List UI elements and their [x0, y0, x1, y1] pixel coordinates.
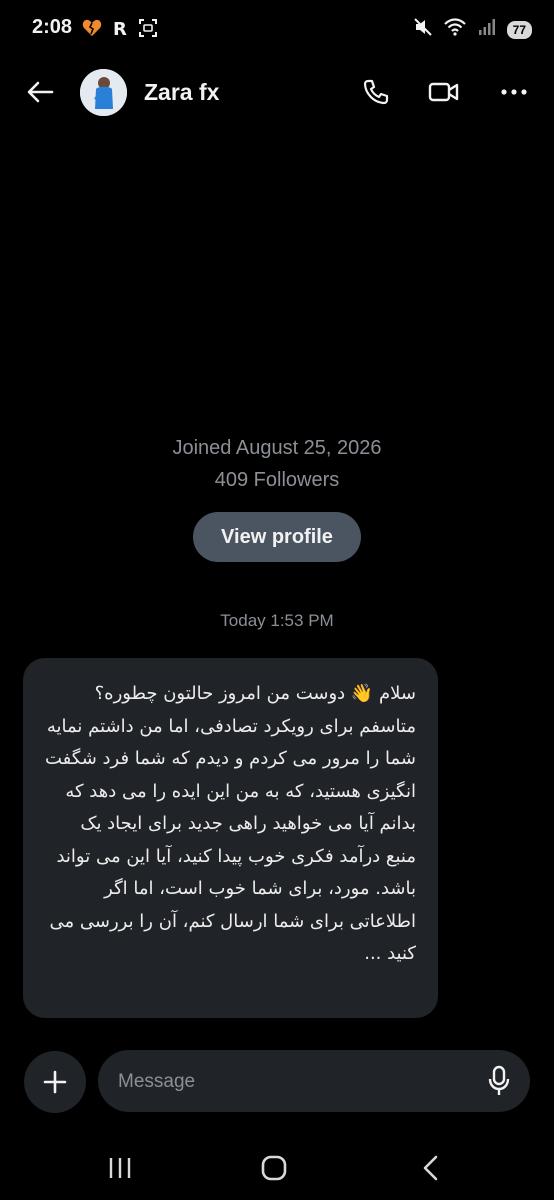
dm-screen: 2:08 R 77 Zara fx Joined August 25, 2026…: [0, 0, 554, 1200]
video-icon: [428, 82, 459, 102]
message-timestamp: Today 1:53 PM: [220, 611, 334, 630]
message-composer: [98, 1050, 530, 1114]
conversation-header: Zara fx: [0, 62, 554, 124]
status-right-icons: 77: [413, 17, 532, 42]
heart-broken-icon: [82, 17, 102, 39]
status-left-icons: R: [82, 17, 158, 39]
arrow-left-icon: [27, 81, 54, 103]
home-icon: [261, 1155, 287, 1181]
back-nav-icon: [423, 1155, 438, 1181]
home-button[interactable]: [254, 1150, 294, 1186]
battery-icon: 77: [506, 20, 532, 39]
followers-count: 409 Followers: [214, 469, 340, 491]
status-time: 2:08: [32, 16, 73, 38]
r-app-icon: R: [110, 17, 130, 39]
voice-message-button[interactable]: [484, 1064, 514, 1098]
phone-icon: [363, 79, 389, 105]
recents-icon: [109, 1158, 131, 1178]
status-bar: 2:08 R 77: [0, 0, 554, 58]
joined-date: Joined August 25, 2026: [172, 437, 382, 459]
avatar[interactable]: [80, 69, 127, 116]
more-options-button[interactable]: [496, 76, 532, 108]
back-button[interactable]: [22, 76, 58, 108]
microphone-icon: [488, 1065, 510, 1095]
message-input[interactable]: [116, 1050, 480, 1114]
signal-icon: [477, 17, 497, 42]
voice-call-button[interactable]: [358, 76, 394, 108]
message-text: سلام 👋 دوست من امروز حالتون چطوره؟ متاسف…: [44, 683, 416, 964]
system-back-button[interactable]: [410, 1150, 450, 1186]
wifi-icon: [443, 17, 467, 42]
recents-button[interactable]: [100, 1150, 140, 1186]
message-bubble[interactable]: سلام 👋 دوست من امروز حالتون چطوره؟ متاسف…: [23, 658, 438, 1018]
video-call-button[interactable]: [426, 76, 462, 108]
add-attachment-button[interactable]: [24, 1051, 86, 1113]
more-icon: [501, 89, 527, 95]
screenshot-icon: [138, 17, 158, 39]
contact-name[interactable]: Zara fx: [144, 79, 219, 106]
view-profile-button[interactable]: View profile: [193, 512, 361, 562]
mute-icon: [413, 17, 433, 42]
svg-text:R: R: [113, 19, 127, 38]
plus-icon: [43, 1070, 67, 1094]
